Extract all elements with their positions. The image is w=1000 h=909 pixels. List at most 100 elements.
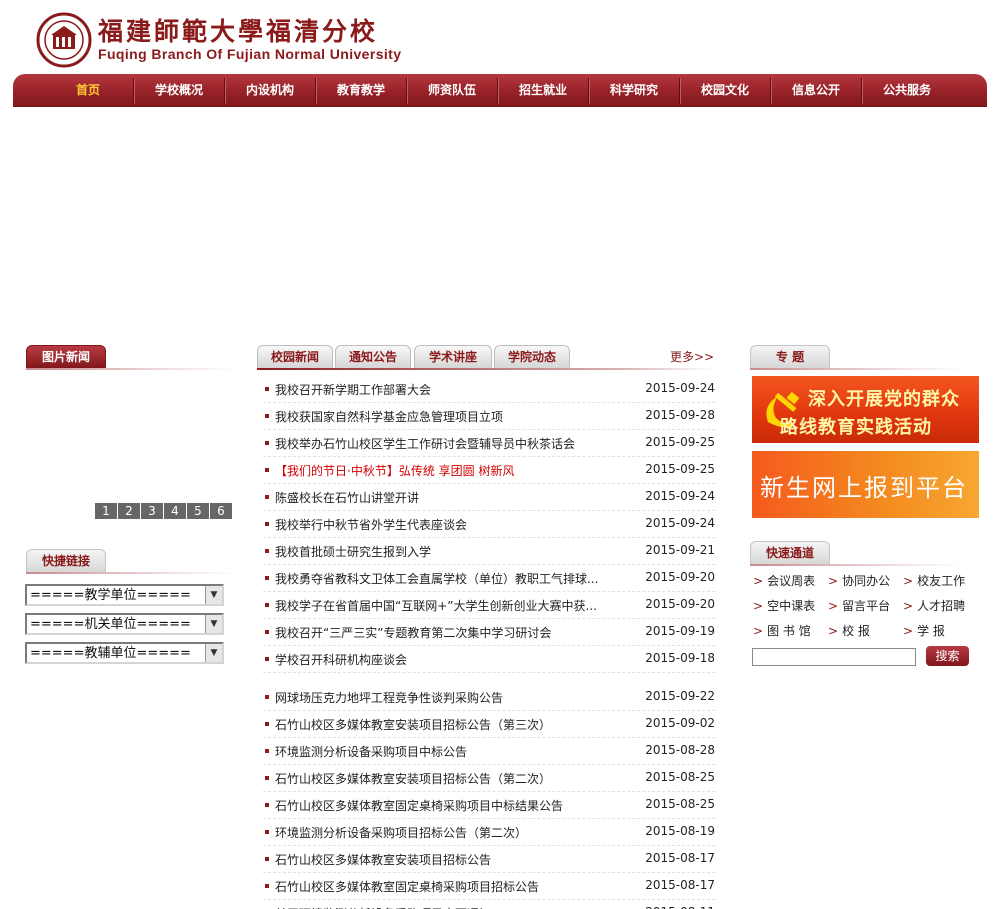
notice-date: 2015-08-28 — [645, 743, 715, 757]
bullet-icon — [265, 576, 269, 580]
page-button[interactable]: 2 — [118, 503, 140, 519]
nav-culture[interactable]: 校园文化 — [680, 74, 770, 107]
nav-education[interactable]: 教育教学 — [316, 74, 406, 107]
notice-row[interactable]: 环境监测分析设备采购项目招标公告（第二次） 2015-08-19 — [263, 819, 715, 846]
nav-disclosure[interactable]: 信息公开 — [771, 74, 861, 107]
bullet-icon — [265, 630, 269, 634]
nav-about[interactable]: 学校概况 — [134, 74, 224, 107]
notice-title[interactable]: 环境监测分析设备采购项目招标公告（第二次） — [275, 824, 615, 841]
news-title[interactable]: 我校获国家自然科学基金应急管理项目立项 — [275, 408, 615, 425]
search-input[interactable] — [752, 648, 916, 666]
section-divider — [26, 572, 238, 574]
notice-row[interactable]: 石竹山校区多媒体教室安装项目招标公告（第二次） 2015-08-25 — [263, 765, 715, 792]
quick-link-alumni[interactable]: > 校友工作 — [903, 572, 965, 589]
quick-link-label: 图 书 馆 — [767, 624, 811, 638]
page-button[interactable]: 6 — [210, 503, 232, 519]
page-button[interactable]: 4 — [164, 503, 186, 519]
quick-link-journal[interactable]: > 学 报 — [903, 622, 945, 639]
nav-home[interactable]: 首页 — [43, 74, 133, 107]
notice-row[interactable]: 关于环境监测分析设备采购项目变更通知 2015-08-11 — [263, 900, 715, 909]
quick-link-office[interactable]: > 协同办公 — [828, 572, 890, 589]
page-button[interactable]: 5 — [187, 503, 209, 519]
tab-notices[interactable]: 通知公告 — [335, 345, 411, 369]
arrow-right-icon: > — [753, 574, 764, 588]
notice-title[interactable]: 石竹山校区多媒体教室安装项目招标公告（第三次） — [275, 716, 615, 733]
nav-departments[interactable]: 内设机构 — [225, 74, 315, 107]
news-title[interactable]: 我校举行中秋节省外学生代表座谈会 — [275, 516, 615, 533]
bullet-icon — [265, 495, 269, 499]
news-title[interactable]: 我校勇夺省教科文卫体工会直属学校（单位）教职工气排球... — [275, 570, 615, 587]
notice-row[interactable]: 石竹山校区多媒体教室安装项目招标公告（第三次） 2015-09-02 — [263, 711, 715, 738]
tab-college-news[interactable]: 学院动态 — [494, 345, 570, 369]
tab-lectures[interactable]: 学术讲座 — [414, 345, 492, 369]
news-title[interactable]: 学校召开科研机构座谈会 — [275, 651, 615, 668]
notice-title[interactable]: 环境监测分析设备采购项目中标公告 — [275, 743, 615, 760]
notice-date: 2015-08-19 — [645, 824, 715, 838]
nav-services[interactable]: 公共服务 — [862, 74, 952, 107]
search-button[interactable]: 搜索 — [926, 646, 969, 666]
news-row[interactable]: 陈盛校长在石竹山讲堂开讲 2015-09-24 — [263, 484, 715, 511]
news-row[interactable]: 我校首批硕士研究生报到入学 2015-09-21 — [263, 538, 715, 565]
site-logo[interactable]: 福建師範大學福清分校 Fuqing Branch Of Fujian Norma… — [36, 12, 401, 68]
notice-title[interactable]: 石竹山校区多媒体教室固定桌椅采购项目招标公告 — [275, 878, 615, 895]
notice-title[interactable]: 石竹山校区多媒体教室安装项目招标公告 — [275, 851, 615, 868]
quick-link-meeting[interactable]: > 会议周表 — [753, 572, 815, 589]
news-row[interactable]: 我校举行中秋节省外学生代表座谈会 2015-09-24 — [263, 511, 715, 538]
notice-row[interactable]: 石竹山校区多媒体教室固定桌椅采购项目招标公告 2015-08-17 — [263, 873, 715, 900]
page-button[interactable]: 3 — [141, 503, 163, 519]
news-row[interactable]: 我校勇夺省教科文卫体工会直属学校（单位）教职工气排球... 2015-09-20 — [263, 565, 715, 592]
news-row[interactable]: 我校学子在省首届中国“互联网+”大学生创新创业大赛中获... 2015-09-20 — [263, 592, 715, 619]
chevron-down-icon[interactable]: ▼ — [205, 586, 222, 604]
chevron-down-icon[interactable]: ▼ — [205, 615, 222, 633]
quick-link-library[interactable]: > 图 书 馆 — [753, 622, 811, 639]
quick-link-label: 校 报 — [842, 624, 870, 638]
banner-text: 新生网上报到平台 — [760, 474, 968, 502]
notice-title[interactable]: 石竹山校区多媒体教室固定桌椅采购项目中标结果公告 — [275, 797, 615, 814]
freshman-registration-banner[interactable]: 新生网上报到平台 — [752, 451, 979, 518]
notice-date: 2015-08-17 — [645, 878, 715, 892]
quick-link-jobs[interactable]: > 人才招聘 — [903, 597, 965, 614]
bullet-icon — [265, 722, 269, 726]
news-title[interactable]: 我校首批硕士研究生报到入学 — [275, 543, 615, 560]
more-link[interactable]: 更多>> — [670, 348, 714, 365]
banner-text-line1: 深入开展党的群众 — [808, 389, 960, 410]
quick-link-label: 会议周表 — [767, 574, 816, 588]
party-campaign-banner[interactable]: 深入开展党的群众 路线教育实践活动 — [752, 376, 979, 443]
quick-link-newspaper[interactable]: > 校 报 — [828, 622, 870, 639]
nav-faculty[interactable]: 师资队伍 — [407, 74, 497, 107]
notice-title[interactable]: 关于环境监测分析设备采购项目变更通知 — [275, 905, 615, 909]
bullet-icon — [265, 468, 269, 472]
admin-unit-select[interactable]: =====机关单位===== ▼ — [25, 613, 224, 635]
news-title[interactable]: 我校举办石竹山校区学生工作研讨会暨辅导员中秋茶话会 — [275, 435, 615, 452]
news-row[interactable]: 【我们的节日·中秋节】弘传统 享团圆 树新风 2015-09-25 — [263, 457, 715, 484]
select-value: =====教学单位===== — [30, 588, 191, 603]
notice-row[interactable]: 环境监测分析设备采购项目中标公告 2015-08-28 — [263, 738, 715, 765]
news-row[interactable]: 我校召开新学期工作部署大会 2015-09-24 — [263, 376, 715, 403]
news-row[interactable]: 学校召开科研机构座谈会 2015-09-18 — [263, 646, 715, 673]
chevron-down-icon[interactable]: ▼ — [205, 644, 222, 662]
news-title[interactable]: 【我们的节日·中秋节】弘传统 享团圆 树新风 — [275, 462, 615, 479]
page-button[interactable]: 1 — [95, 503, 117, 519]
photo-news-heading: 图片新闻 — [26, 345, 106, 369]
notice-title[interactable]: 网球场压克力地坪工程竞争性谈判采购公告 — [275, 689, 615, 706]
news-title[interactable]: 陈盛校长在石竹山讲堂开讲 — [275, 489, 615, 506]
notice-row[interactable]: 网球场压克力地坪工程竞争性谈判采购公告 2015-09-22 — [263, 684, 715, 711]
bullet-icon — [265, 603, 269, 607]
news-row[interactable]: 我校获国家自然科学基金应急管理项目立项 2015-09-28 — [263, 403, 715, 430]
notice-row[interactable]: 石竹山校区多媒体教室固定桌椅采购项目中标结果公告 2015-08-25 — [263, 792, 715, 819]
support-unit-select[interactable]: =====教辅单位===== ▼ — [25, 642, 224, 664]
notice-row[interactable]: 石竹山校区多媒体教室安装项目招标公告 2015-08-17 — [263, 846, 715, 873]
news-title[interactable]: 我校学子在省首届中国“互联网+”大学生创新创业大赛中获... — [275, 597, 615, 614]
quick-link-schedule[interactable]: > 空中课表 — [753, 597, 815, 614]
notice-title[interactable]: 石竹山校区多媒体教室安装项目招标公告（第二次） — [275, 770, 615, 787]
news-title[interactable]: 我校召开新学期工作部署大会 — [275, 381, 615, 398]
news-row[interactable]: 我校举办石竹山校区学生工作研讨会暨辅导员中秋茶话会 2015-09-25 — [263, 430, 715, 457]
bullet-icon — [265, 441, 269, 445]
quick-link-message[interactable]: > 留言平台 — [828, 597, 890, 614]
nav-admissions[interactable]: 招生就业 — [498, 74, 588, 107]
tab-campus-news[interactable]: 校园新闻 — [257, 345, 333, 369]
news-title[interactable]: 我校召开“三严三实”专题教育第二次集中学习研讨会 — [275, 624, 615, 641]
teaching-unit-select[interactable]: =====教学单位===== ▼ — [25, 584, 224, 606]
nav-research[interactable]: 科学研究 — [589, 74, 679, 107]
news-row[interactable]: 我校召开“三严三实”专题教育第二次集中学习研讨会 2015-09-19 — [263, 619, 715, 646]
